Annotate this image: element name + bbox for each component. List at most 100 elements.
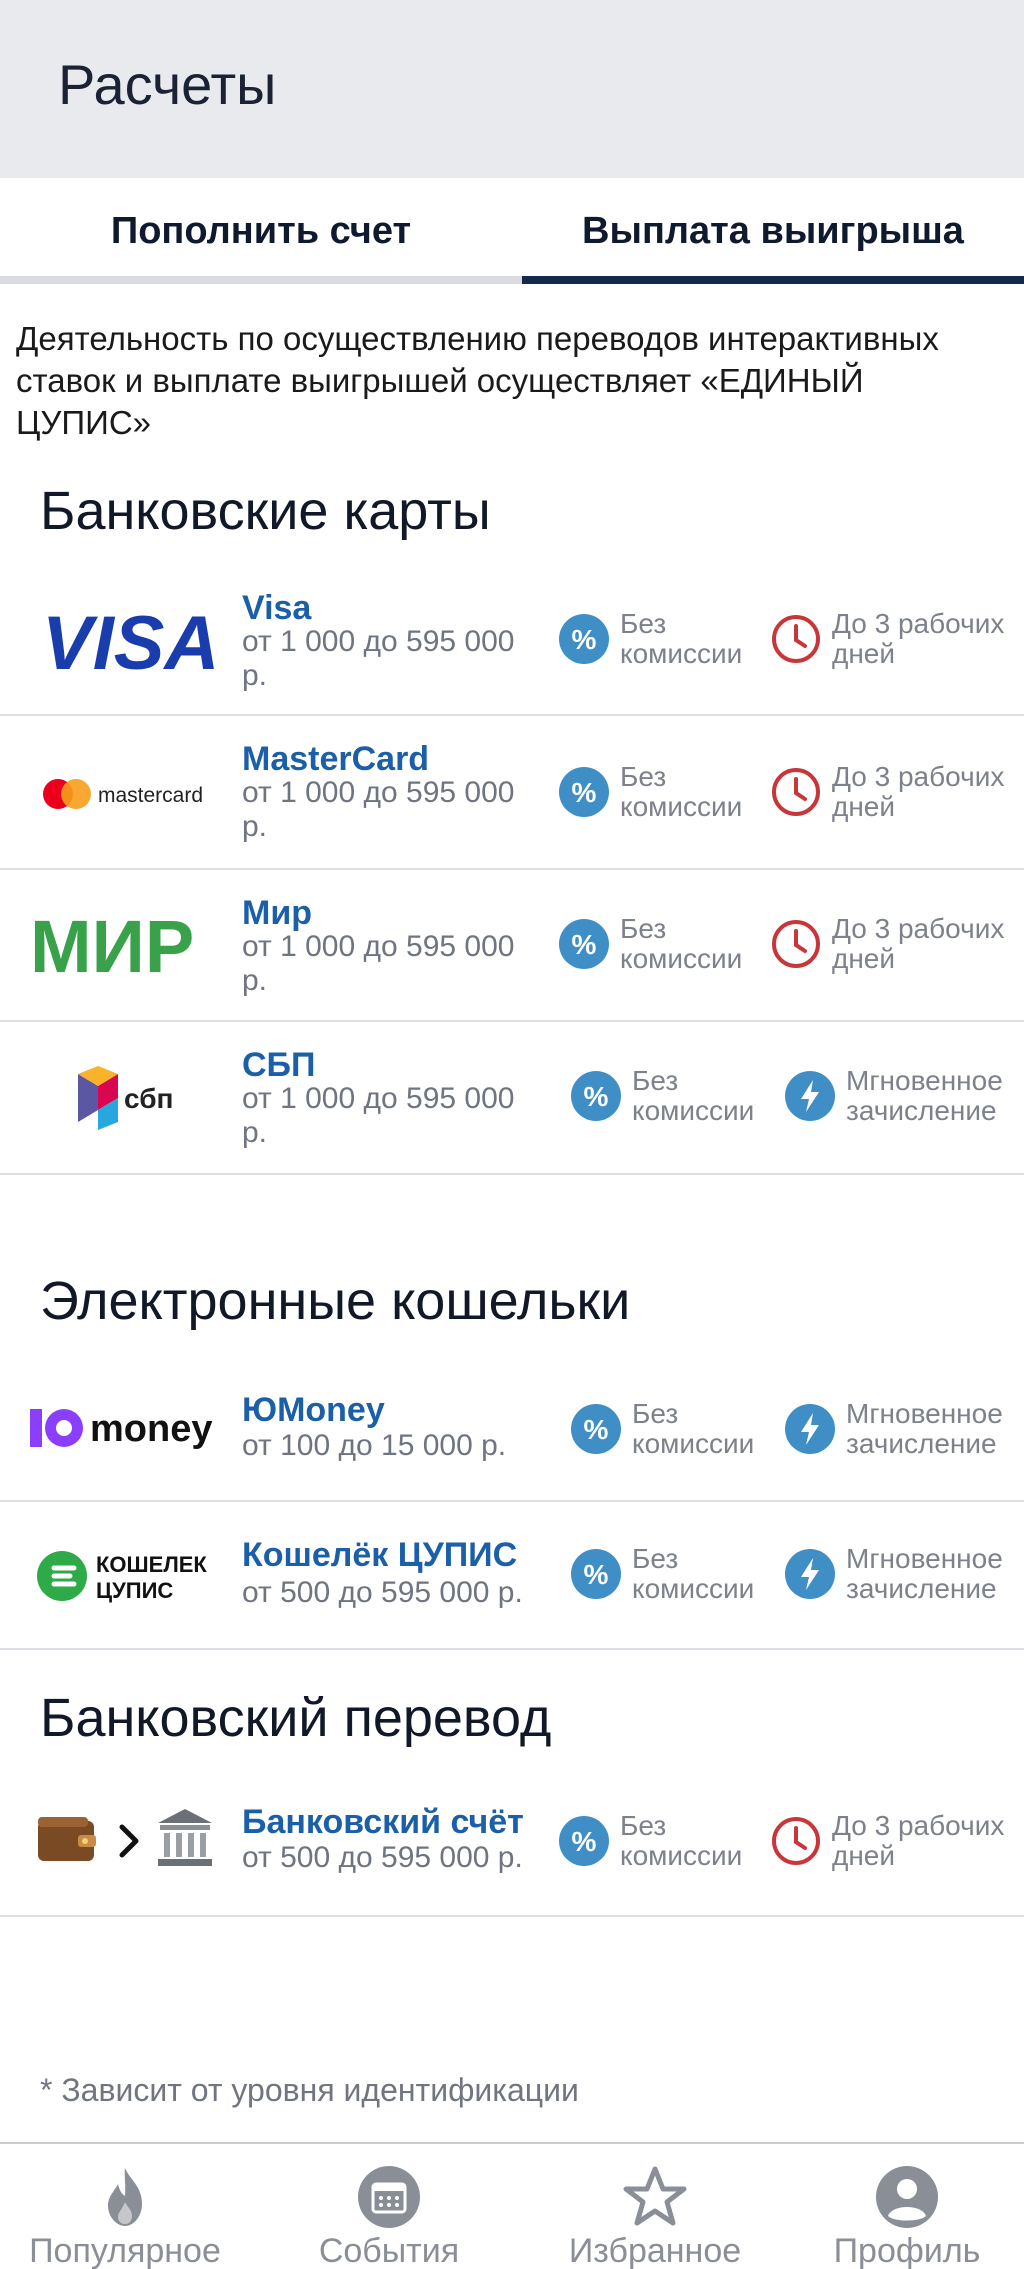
- nav-item-profile[interactable]: Профиль: [790, 2144, 1024, 2269]
- wallet-icon: [38, 1817, 96, 1861]
- time-text: До 3 рабочих дней: [832, 1811, 1004, 1871]
- time-line: До 3 рабочих: [832, 1810, 1005, 1841]
- tab-deposit-label: Пополнить счет: [110, 210, 412, 252]
- method-name: Visa: [242, 589, 312, 627]
- clock-icon: [772, 920, 820, 968]
- percent-icon: %: [571, 1549, 621, 1599]
- time-line: До 3 рабочих: [832, 608, 1005, 639]
- legal-notice: Деятельность по осуществлению переводов …: [16, 318, 1024, 444]
- mir-logo: МИР: [30, 910, 194, 980]
- percent-icon: %: [559, 919, 609, 969]
- mir-logo-text: МИР: [30, 910, 194, 980]
- tab-withdrawal-underline: [522, 276, 1024, 284]
- yoomoney-logo-text: money: [90, 1408, 212, 1450]
- svg-text:%: %: [572, 777, 597, 808]
- svg-text:%: %: [584, 1414, 609, 1445]
- method-name: ЮMoney: [242, 1391, 385, 1429]
- cupis-logo-text: КОШЕЛЕК: [96, 1552, 207, 1577]
- lightning-icon: [785, 1549, 835, 1599]
- time-line: зачисление: [846, 1095, 997, 1126]
- nav-item-popular[interactable]: Популярное: [0, 2144, 250, 2269]
- time-line: зачисление: [846, 1573, 997, 1604]
- bottom-navigation: Популярное События Избранное Профиль: [0, 2142, 1024, 2269]
- time-text: До 3 рабочих дней: [832, 914, 1004, 974]
- fee-line: комиссии: [632, 1428, 755, 1459]
- method-range-line: от 1 000 до 595 000: [242, 776, 515, 809]
- nav-label: Избранное: [568, 2232, 742, 2269]
- yoomoney-logo: money: [30, 1408, 212, 1450]
- star-icon: [623, 2166, 687, 2226]
- clock-icon: [772, 768, 820, 816]
- payment-method-cupis-wallet[interactable]: КОШЕЛЕК ЦУПИС Кошелёк ЦУПИС от 500 до 59…: [0, 1502, 1024, 1650]
- fee-line: Без: [632, 1543, 679, 1574]
- method-name: Банковский счёт: [242, 1803, 524, 1841]
- fee-text: Без комиссии: [620, 762, 742, 822]
- method-name: СБП: [242, 1046, 316, 1084]
- section-title-bank-transfer: Банковский перевод: [40, 1688, 552, 1748]
- method-range: от 1 000 до 595 000 р.: [242, 1082, 552, 1150]
- time-line: дней: [832, 1840, 896, 1871]
- clock-icon: [772, 1817, 820, 1865]
- percent-icon: %: [559, 1816, 609, 1866]
- sbp-logo-text: сбп: [124, 1083, 173, 1114]
- payment-method-yoomoney[interactable]: money ЮMoney от 100 до 15 000 р. % Без к…: [0, 1355, 1024, 1502]
- time-line: зачисление: [846, 1428, 997, 1459]
- visa-logo-text: VISA: [42, 607, 219, 677]
- section-title-bank-cards: Банковские карты: [40, 481, 491, 541]
- method-range-line: от 1 000 до 595 000: [242, 625, 515, 658]
- chevron-right-icon: [119, 1824, 139, 1858]
- time-text: Мгновенное зачисление: [846, 1066, 1003, 1126]
- payment-method-mastercard[interactable]: mastercard MasterCard от 1 000 до 595 00…: [0, 716, 1024, 870]
- percent-icon: %: [559, 767, 609, 817]
- payment-method-visa[interactable]: VISA Visa от 1 000 до 595 000 р. % Без к…: [0, 565, 1024, 716]
- method-range: от 500 до 595 000 р.: [242, 1841, 523, 1874]
- method-name: Мир: [242, 894, 312, 932]
- percent-icon: %: [571, 1071, 621, 1121]
- fee-text: Без комиссии: [620, 914, 742, 974]
- payment-method-mir[interactable]: МИР Мир от 1 000 до 595 000 р. % Без ком…: [0, 870, 1024, 1022]
- method-range-line: от 1 000 до 595 000: [242, 1082, 515, 1115]
- payment-method-sbp[interactable]: сбп СБП от 1 000 до 595 000 р. % Без ком…: [0, 1022, 1024, 1175]
- lightning-icon: [785, 1404, 835, 1454]
- visa-logo: VISA: [42, 607, 219, 677]
- user-icon: [876, 2166, 938, 2228]
- svg-text:%: %: [572, 929, 597, 960]
- svg-text:%: %: [572, 624, 597, 655]
- fee-text: Без комиссии: [632, 1066, 754, 1126]
- fee-text: Без комиссии: [620, 609, 742, 669]
- fee-line: комиссии: [620, 943, 743, 974]
- time-text: Мгновенное зачисление: [846, 1399, 1003, 1459]
- method-name: Кошелёк ЦУПИС: [242, 1536, 518, 1574]
- cupis-logo-text: ЦУПИС: [96, 1578, 173, 1603]
- nav-label: Профиль: [833, 2232, 981, 2269]
- time-line: До 3 рабочих: [832, 761, 1005, 792]
- time-text: До 3 рабочих дней: [832, 609, 1004, 669]
- nav-item-events[interactable]: События: [262, 2144, 516, 2269]
- tab-withdrawal[interactable]: Выплата выигрыша: [522, 178, 1024, 284]
- legal-notice-line: ставок и выплате выигрышей осуществляет …: [16, 362, 864, 399]
- time-text: До 3 рабочих дней: [832, 762, 1004, 822]
- nav-label: События: [318, 2232, 460, 2269]
- flame-icon: [108, 2168, 142, 2226]
- fee-line: Без: [632, 1398, 679, 1429]
- mastercard-logo-text: mastercard: [98, 784, 203, 807]
- fee-line: комиссии: [632, 1095, 755, 1126]
- percent-icon: %: [571, 1404, 621, 1454]
- nav-label: Популярное: [29, 2232, 221, 2269]
- lightning-icon: [785, 1071, 835, 1121]
- fee-line: Без: [620, 913, 667, 944]
- fee-line: Без: [620, 761, 667, 792]
- tab-deposit[interactable]: Пополнить счет: [0, 178, 522, 284]
- time-line: дней: [832, 943, 896, 974]
- percent-icon: %: [559, 614, 609, 664]
- mastercard-logo: mastercard: [43, 779, 203, 809]
- fee-line: Без: [620, 1810, 667, 1841]
- tab-bar: Пополнить счет Выплата выигрыша: [0, 178, 1024, 284]
- time-line: Мгновенное: [846, 1398, 1003, 1429]
- payment-method-bank-account[interactable]: Банковский счёт от 500 до 595 000 р. % Б…: [0, 1767, 1024, 1917]
- section-title-e-wallets: Электронные кошельки: [40, 1271, 631, 1331]
- svg-text:%: %: [584, 1559, 609, 1590]
- time-line: Мгновенное: [846, 1065, 1003, 1096]
- fee-line: комиссии: [632, 1573, 755, 1604]
- nav-item-favorites[interactable]: Избранное: [528, 2144, 782, 2269]
